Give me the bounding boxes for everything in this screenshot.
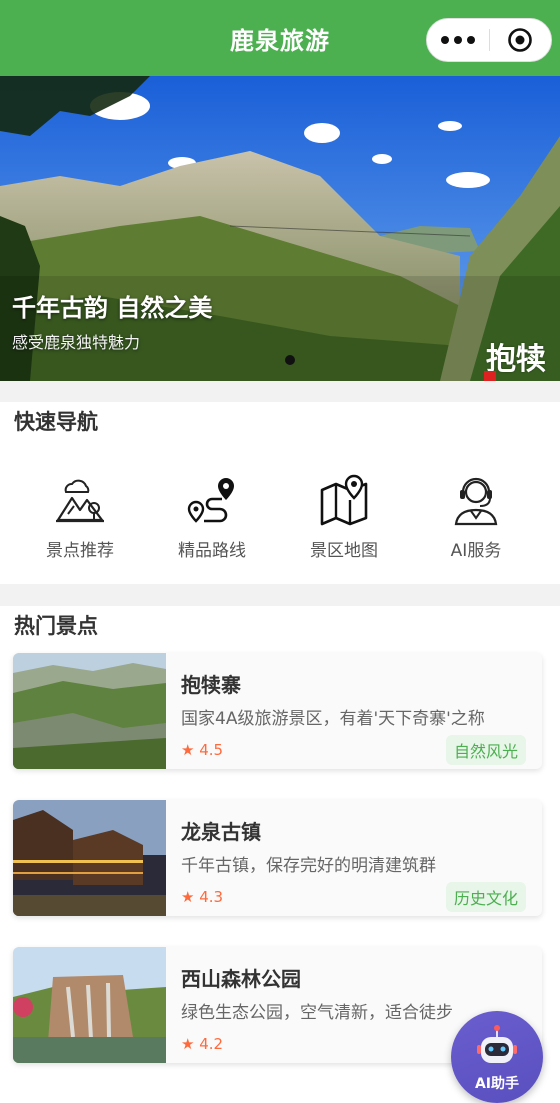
route-icon — [187, 478, 234, 523]
nav-item-attractions[interactable]: 景点推荐 — [14, 474, 146, 561]
hot-spots-title: 热门景点 — [14, 614, 98, 638]
attraction-rating: ★ 4.3 — [181, 888, 224, 906]
attraction-description: 国家4A级旅游景区，有着'天下奇寨'之称 — [181, 709, 485, 729]
banner-subtitle: 感受鹿泉独特魅力 — [12, 333, 141, 352]
mountain-icon — [56, 479, 104, 523]
quick-nav-section: 快速导航 景点推荐 精品路线 景区地图 AI服务 — [0, 402, 560, 584]
close-miniprogram-icon[interactable] — [490, 27, 552, 53]
miniprogram-capsule — [426, 18, 552, 62]
attraction-description: 千年古镇，保存完好的明清建筑群 — [181, 856, 436, 876]
seal-stamp — [484, 371, 496, 381]
carousel-indicator-dot[interactable] — [285, 355, 295, 365]
attraction-name: 西山森林公园 — [181, 967, 301, 991]
attraction-name: 抱犊寨 — [181, 673, 241, 697]
ai-assistant-label: AI助手 — [474, 1076, 520, 1092]
nav-bar: 鹿泉旅游 — [0, 0, 560, 76]
headset-agent-icon — [454, 477, 498, 526]
ai-assistant-button[interactable]: AI助手 — [451, 1011, 543, 1103]
nav-item-ai-service[interactable]: AI服务 — [410, 474, 542, 561]
attraction-photo — [13, 653, 166, 769]
banner-title: 千年古韵 自然之美 — [12, 294, 213, 322]
more-icon[interactable] — [427, 36, 489, 44]
attraction-photo — [13, 800, 166, 916]
attraction-tag: 自然风光 — [445, 735, 526, 765]
map-icon — [320, 474, 368, 526]
nav-label: 景区地图 — [310, 541, 378, 561]
page-title: 鹿泉旅游 — [230, 26, 330, 55]
nav-item-routes[interactable]: 精品路线 — [146, 474, 278, 561]
nav-label: AI服务 — [450, 541, 502, 561]
nav-item-map[interactable]: 景区地图 — [278, 474, 410, 561]
attraction-photo — [13, 947, 166, 1063]
attraction-rating: ★ 4.5 — [181, 741, 224, 759]
nav-label: 精品路线 — [178, 541, 246, 561]
attraction-card-longquan[interactable]: 龙泉古镇 千年古镇，保存完好的明清建筑群 ★ 4.3 历史文化 — [13, 800, 542, 916]
nav-label: 景点推荐 — [46, 541, 114, 561]
attraction-name: 龙泉古镇 — [181, 820, 261, 844]
quick-nav-title: 快速导航 — [14, 410, 98, 434]
banner-carousel[interactable]: 千年古韵 自然之美 感受鹿泉独特魅力 抱犊 — [0, 76, 560, 381]
attraction-card-baoduzhai[interactable]: 抱犊寨 国家4A级旅游景区，有着'天下奇寨'之称 ★ 4.5 自然风光 — [13, 653, 542, 769]
attraction-description: 绿色生态公园，空气清新，适合徒步 — [181, 1003, 453, 1023]
attraction-tag: 历史文化 — [445, 882, 526, 912]
attraction-rating: ★ 4.2 — [181, 1035, 224, 1053]
